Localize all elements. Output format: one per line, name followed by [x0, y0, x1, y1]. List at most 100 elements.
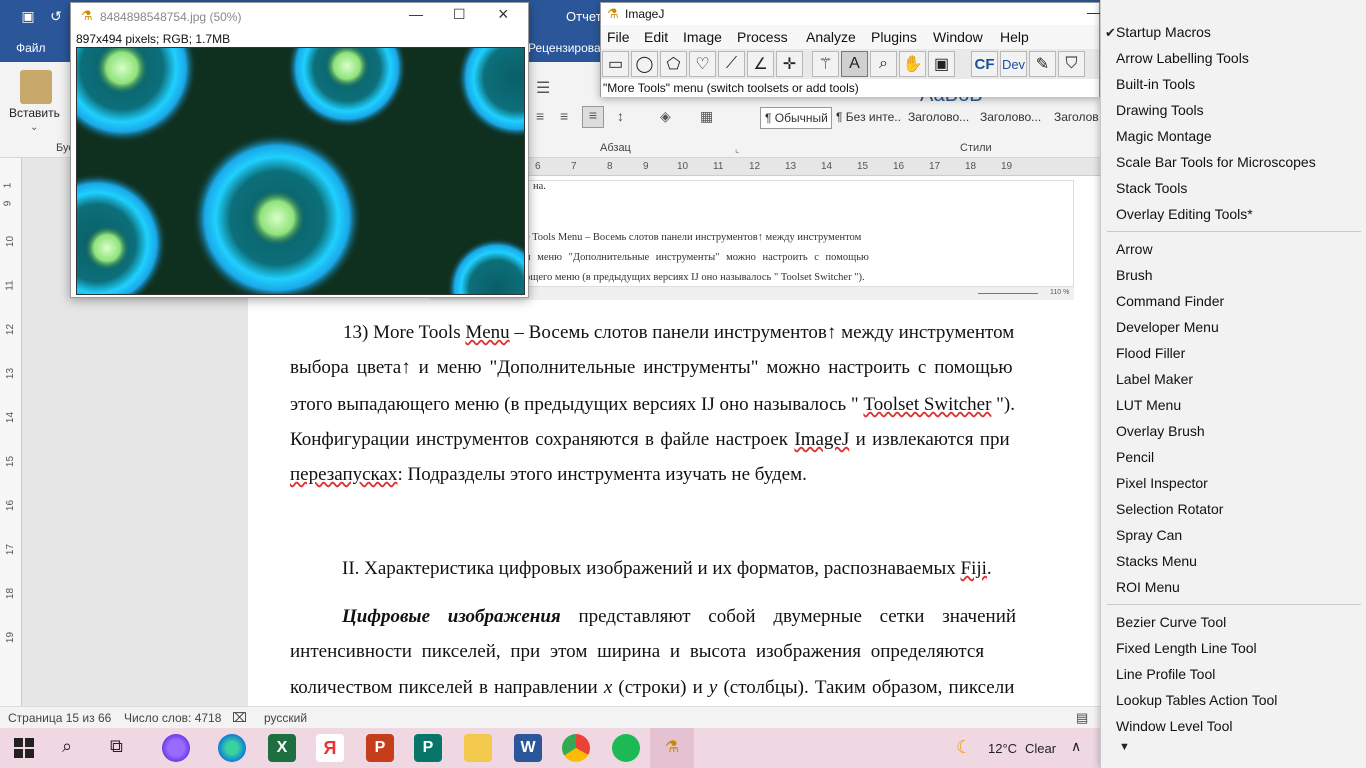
menu-item[interactable]: Selection Rotator	[1116, 501, 1223, 517]
weather-temp[interactable]: 12°C	[988, 741, 1017, 756]
menu-edit[interactable]: Edit	[644, 29, 668, 45]
menu-item[interactable]: ROI Menu	[1116, 579, 1180, 595]
menu-item[interactable]: Built-in Tools	[1116, 76, 1195, 92]
menu-item[interactable]: LUT Menu	[1116, 397, 1181, 413]
shading-icon[interactable]: ◈	[660, 108, 671, 125]
color-picker-tool-icon[interactable]: ▣	[928, 51, 955, 77]
menu-item[interactable]: Pixel Inspector	[1116, 475, 1208, 491]
menu-item[interactable]: Window Level Tool	[1116, 718, 1232, 734]
menu-window[interactable]: Window	[933, 29, 983, 45]
menu-analyze[interactable]: Analyze	[806, 29, 856, 45]
flood-filler-tool-icon[interactable]: ⛉	[1058, 51, 1085, 77]
menu-item[interactable]: Label Maker	[1116, 371, 1193, 387]
maximize-icon[interactable]: ☐	[453, 6, 466, 23]
weather-moon-icon[interactable]: ☾	[956, 737, 972, 758]
paste-button[interactable]: Вставить	[9, 106, 60, 120]
style-no-spacing[interactable]: ¶ Без инте...	[832, 107, 902, 129]
yandex-browser-icon[interactable]: Я	[316, 734, 344, 762]
file-explorer-icon[interactable]	[464, 734, 492, 762]
menu-item[interactable]: Pencil	[1116, 449, 1154, 465]
align-right-icon[interactable]: ≡	[560, 108, 568, 124]
chrome-icon[interactable]	[562, 734, 590, 762]
scroll-down-arrow-icon[interactable]: ▼	[1119, 741, 1130, 753]
menu-item[interactable]: Command Finder	[1116, 293, 1224, 309]
menu-image[interactable]: Image	[683, 29, 722, 45]
image-window[interactable]: ⚗ 8484898548754.jpg (50%) — ☐ × 897x494 …	[70, 2, 529, 298]
menu-item[interactable]: Arrow	[1116, 241, 1153, 257]
word-count[interactable]: Число слов: 4718	[124, 711, 221, 725]
tab-file[interactable]: Файл	[16, 41, 46, 55]
read-mode-icon[interactable]: ▤	[1076, 710, 1088, 726]
windows-start-icon[interactable]	[14, 738, 34, 758]
angle-tool-icon[interactable]: ∠	[747, 51, 774, 77]
chevron-down-icon[interactable]: ⌄	[30, 122, 38, 133]
task-view-icon[interactable]: ⧉	[110, 736, 123, 757]
polygon-tool-icon[interactable]: ⬠	[660, 51, 687, 77]
excel-icon[interactable]: X	[268, 734, 296, 762]
oval-tool-icon[interactable]: ◯	[631, 51, 658, 77]
menu-help[interactable]: Help	[1000, 29, 1029, 45]
menu-item[interactable]: Scale Bar Tools for Microscopes	[1116, 154, 1316, 170]
borders-icon[interactable]: ▦	[700, 108, 713, 125]
style-heading-3[interactable]: Заголов	[1050, 107, 1100, 129]
weather-desc[interactable]: Clear	[1025, 741, 1056, 756]
menu-item[interactable]: Brush	[1116, 267, 1153, 283]
imagej-taskbar-icon[interactable]: ⚗	[650, 728, 694, 768]
search-icon[interactable]: ⌕	[62, 736, 72, 757]
menu-item[interactable]: Spray Can	[1116, 527, 1182, 543]
close-icon[interactable]: ×	[498, 4, 509, 25]
brush-tool-icon[interactable]: ✎	[1029, 51, 1056, 77]
image-canvas[interactable]	[76, 47, 525, 295]
page-count[interactable]: Страница 15 из 66	[8, 711, 111, 725]
menu-item[interactable]: Lookup Tables Action Tool	[1116, 692, 1277, 708]
dialog-launcher-icon[interactable]: ⌞	[735, 144, 739, 155]
edge-icon[interactable]	[218, 734, 246, 762]
menu-item[interactable]: Stack Tools	[1116, 180, 1187, 196]
wand-tool-icon[interactable]: ⚚	[812, 51, 839, 77]
menu-item[interactable]: Drawing Tools	[1116, 102, 1204, 118]
rectangle-tool-icon[interactable]: ▭	[602, 51, 629, 77]
minimize-icon[interactable]: —	[409, 6, 423, 22]
menu-item[interactable]: Overlay Editing Tools*	[1116, 206, 1253, 222]
publisher-icon[interactable]: P	[414, 734, 442, 762]
menu-item[interactable]: Developer Menu	[1116, 319, 1219, 335]
tray-chevron-icon[interactable]: ∧	[1071, 738, 1081, 755]
imagej-window[interactable]: ⚗ ImageJ — File Edit Image Process Analy…	[600, 2, 1100, 97]
list-icon[interactable]: ☰	[536, 78, 550, 98]
line-tool-icon[interactable]: ⟋	[718, 51, 745, 77]
alice-icon[interactable]	[162, 734, 190, 762]
menu-item[interactable]: Overlay Brush	[1116, 423, 1205, 439]
menu-plugins[interactable]: Plugins	[871, 29, 917, 45]
style-heading-2[interactable]: Заголово...	[976, 107, 1046, 129]
text-tool-icon[interactable]: A	[841, 51, 868, 77]
hand-tool-icon[interactable]: ✋	[899, 51, 926, 77]
save-icon[interactable]: ▣	[20, 8, 36, 24]
tab-review[interactable]: Рецензирован	[528, 41, 607, 55]
style-normal[interactable]: ¶ Обычный	[760, 107, 832, 129]
freehand-tool-icon[interactable]: ♡	[689, 51, 716, 77]
spotify-icon[interactable]	[612, 734, 640, 762]
command-finder-tool[interactable]: CF	[971, 51, 998, 77]
menu-item[interactable]: Magic Montage	[1116, 128, 1212, 144]
style-heading-1[interactable]: Заголово...	[904, 107, 974, 129]
magnifier-tool-icon[interactable]: ⌕	[870, 51, 897, 77]
language[interactable]: русский	[264, 711, 307, 725]
menu-item[interactable]: Line Profile Tool	[1116, 666, 1215, 682]
developer-menu-tool[interactable]: Dev	[1000, 51, 1027, 77]
vertical-ruler[interactable]: 1 9 10 11 12 13 14 15 16 17 18 19	[0, 158, 22, 706]
word-icon[interactable]: W	[514, 734, 542, 762]
powerpoint-icon[interactable]: P	[366, 734, 394, 762]
paste-icon[interactable]	[20, 70, 52, 104]
menu-item[interactable]: Flood Filler	[1116, 345, 1185, 361]
line-spacing-icon[interactable]: ↕	[617, 108, 624, 124]
menu-item[interactable]: Startup Macros	[1116, 24, 1211, 40]
proofing-icon[interactable]: ⌧	[232, 710, 247, 726]
menu-file[interactable]: File	[607, 29, 630, 45]
align-left-icon[interactable]: ≡	[536, 108, 544, 124]
menu-process[interactable]: Process	[737, 29, 788, 45]
menu-item[interactable]: Arrow Labelling Tools	[1116, 50, 1249, 66]
minimize-icon[interactable]: —	[1087, 5, 1100, 20]
point-tool-icon[interactable]: ✛	[776, 51, 803, 77]
image-window-titlebar[interactable]: ⚗ 8484898548754.jpg (50%) — ☐ ×	[71, 3, 528, 31]
menu-item[interactable]: Fixed Length Line Tool	[1116, 640, 1257, 656]
